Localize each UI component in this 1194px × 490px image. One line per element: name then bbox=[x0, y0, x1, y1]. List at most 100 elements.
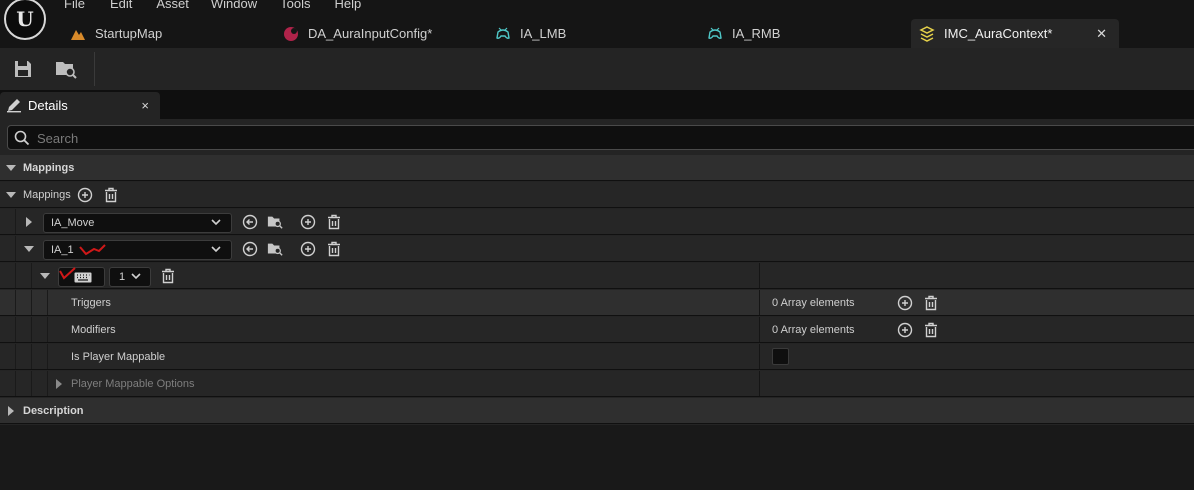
browse-asset-icon[interactable] bbox=[55, 58, 77, 80]
expand-arrow-icon bbox=[6, 165, 16, 171]
expand-arrow-icon[interactable] bbox=[40, 273, 50, 279]
indent-guide bbox=[47, 290, 48, 315]
category-mappings[interactable]: Mappings bbox=[0, 155, 1194, 181]
indent-guide bbox=[15, 209, 16, 234]
action-combo-value: IA_Move bbox=[51, 217, 95, 229]
expand-arrow-icon bbox=[8, 406, 14, 416]
add-element-icon[interactable] bbox=[300, 241, 316, 257]
tab-imc-auracontext[interactable]: IMC_AuraContext* ✕ bbox=[911, 19, 1119, 48]
title-bar: U File Edit Asset Window Tools Help Star… bbox=[0, 0, 1194, 48]
delete-all-icon[interactable] bbox=[923, 295, 939, 311]
action-combo[interactable]: IA_1 bbox=[43, 240, 232, 260]
column-splitter[interactable] bbox=[759, 371, 760, 396]
level-map-icon bbox=[70, 26, 86, 42]
expand-arrow-icon[interactable] bbox=[56, 379, 62, 389]
indent-guide bbox=[47, 344, 48, 369]
mapping-row-ia-1: IA_1 bbox=[0, 236, 1194, 262]
tab-details[interactable]: Details × bbox=[0, 92, 160, 119]
details-panel: Search Mappings Mappings IA_Move IA_1 1 … bbox=[0, 119, 1194, 490]
chevron-down-icon bbox=[210, 216, 222, 231]
delete-icon[interactable] bbox=[326, 214, 342, 230]
indent-guide bbox=[31, 371, 32, 396]
tab-details-label: Details bbox=[28, 98, 68, 113]
indent-guide bbox=[15, 236, 16, 261]
menu-window[interactable]: Window bbox=[211, 0, 257, 11]
property-value: 0 Array elements bbox=[772, 297, 855, 309]
menu-bar: File Edit Asset Window Tools Help bbox=[64, 0, 361, 11]
tab-label: IMC_AuraContext* bbox=[944, 26, 1053, 41]
property-label: Player Mappable Options bbox=[71, 378, 195, 390]
indent-guide bbox=[31, 317, 32, 342]
menu-edit[interactable]: Edit bbox=[110, 0, 132, 11]
is-player-mappable-checkbox[interactable] bbox=[772, 348, 789, 365]
mapping-row-ia-move: IA_Move bbox=[0, 209, 1194, 235]
mappings-array-row: Mappings bbox=[0, 182, 1194, 208]
tab-label: IA_RMB bbox=[732, 26, 781, 41]
unreal-logo-icon[interactable]: U bbox=[4, 0, 46, 40]
indent-guide bbox=[15, 317, 16, 342]
search-input[interactable]: Search bbox=[7, 125, 1194, 150]
add-element-icon[interactable] bbox=[897, 295, 913, 311]
property-modifiers: Modifiers 0 Array elements bbox=[0, 317, 1194, 343]
save-icon[interactable] bbox=[12, 58, 34, 80]
delete-all-icon[interactable] bbox=[923, 322, 939, 338]
browse-asset-icon[interactable] bbox=[267, 214, 283, 230]
key-selector-button[interactable] bbox=[58, 267, 105, 287]
toolbar-divider bbox=[94, 52, 95, 86]
chevron-down-icon bbox=[130, 270, 142, 285]
chevron-down-icon bbox=[210, 243, 222, 258]
indent-guide bbox=[31, 290, 32, 315]
close-icon[interactable]: × bbox=[141, 98, 149, 113]
use-selected-icon[interactable] bbox=[242, 241, 258, 257]
red-annotation-mark bbox=[58, 265, 78, 284]
index-combo-value: 1 bbox=[119, 271, 126, 283]
expand-arrow-icon[interactable] bbox=[24, 246, 34, 252]
property-triggers: Triggers 0 Array elements bbox=[0, 290, 1194, 316]
delete-icon[interactable] bbox=[160, 268, 176, 284]
column-splitter[interactable] bbox=[759, 290, 760, 315]
input-mapping-context-icon bbox=[919, 25, 935, 42]
expand-arrow-icon[interactable] bbox=[26, 217, 32, 227]
tab-ia-lmb[interactable]: IA_LMB bbox=[495, 19, 566, 48]
tab-label: IA_LMB bbox=[520, 26, 567, 41]
red-annotation-mark bbox=[78, 243, 108, 260]
expand-arrow-icon[interactable] bbox=[6, 192, 16, 198]
indent-guide bbox=[31, 344, 32, 369]
category-description[interactable]: Description bbox=[0, 398, 1194, 424]
indent-guide bbox=[47, 371, 48, 396]
add-element-icon[interactable] bbox=[77, 187, 93, 203]
menu-file[interactable]: File bbox=[64, 0, 85, 11]
category-mappings-label: Mappings bbox=[23, 162, 75, 174]
property-value: 0 Array elements bbox=[772, 324, 855, 336]
indent-guide bbox=[47, 317, 48, 342]
empty-panel-area bbox=[0, 425, 1194, 490]
tab-startupmap[interactable]: StartupMap bbox=[70, 19, 162, 48]
indent-guide bbox=[15, 371, 16, 396]
tab-label: StartupMap bbox=[95, 26, 163, 41]
property-label: Triggers bbox=[71, 297, 111, 309]
delete-all-icon[interactable] bbox=[103, 187, 119, 203]
add-element-icon[interactable] bbox=[897, 322, 913, 338]
column-splitter[interactable] bbox=[759, 263, 760, 288]
add-element-icon[interactable] bbox=[300, 214, 316, 230]
details-tab-strip: Details × bbox=[0, 90, 1194, 119]
index-combo[interactable]: 1 bbox=[109, 267, 151, 287]
pencil-icon bbox=[6, 97, 22, 116]
use-selected-icon[interactable] bbox=[242, 214, 258, 230]
menu-help[interactable]: Help bbox=[334, 0, 361, 11]
property-label: Is Player Mappable bbox=[71, 351, 166, 363]
input-action-icon bbox=[707, 26, 723, 42]
tab-ia-rmb[interactable]: IA_RMB bbox=[707, 19, 780, 48]
indent-guide bbox=[31, 263, 32, 288]
column-splitter[interactable] bbox=[759, 344, 760, 369]
menu-tools[interactable]: Tools bbox=[280, 0, 310, 11]
tab-da-aurainputconfig[interactable]: DA_AuraInputConfig* bbox=[283, 19, 432, 48]
column-splitter[interactable] bbox=[759, 317, 760, 342]
delete-icon[interactable] bbox=[326, 241, 342, 257]
close-icon[interactable]: ✕ bbox=[1096, 26, 1107, 42]
property-player-mappable-options: Player Mappable Options bbox=[0, 371, 1194, 397]
tab-label: DA_AuraInputConfig* bbox=[308, 26, 433, 41]
action-combo[interactable]: IA_Move bbox=[43, 213, 232, 233]
menu-asset[interactable]: Asset bbox=[156, 0, 189, 11]
browse-asset-icon[interactable] bbox=[267, 241, 283, 257]
